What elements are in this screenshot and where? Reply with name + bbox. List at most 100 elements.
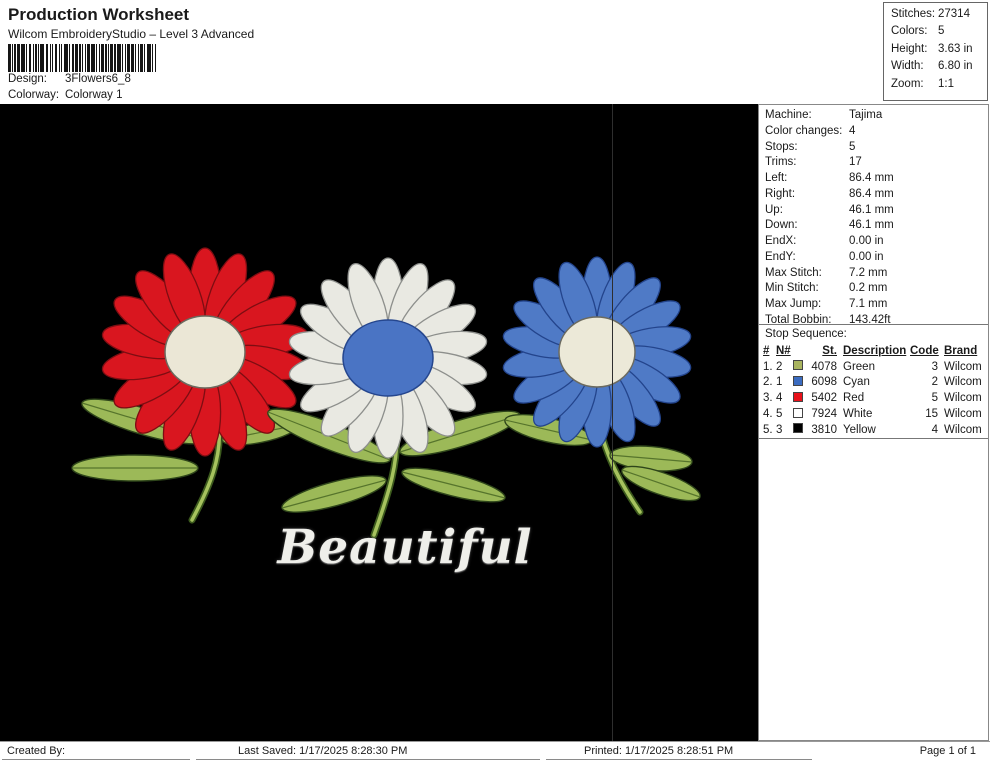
cell: 3 (776, 423, 783, 436)
summary-row: Stitches: 27314 (884, 8, 987, 25)
blue-daisy-center (558, 316, 636, 388)
cell: Wilcom (944, 376, 982, 389)
machine-value: 0.2 mm (849, 282, 888, 295)
design-value: 3Flowers6_8 (65, 73, 131, 85)
cell: Green (843, 360, 875, 373)
machine-label: Right: (765, 187, 796, 200)
summary-label: Height: (891, 42, 928, 55)
machine-value: 0.00 in (849, 235, 884, 247)
stop-sequence-row: 3. 4 5402 Red 5 Wilcom (763, 390, 988, 406)
machine-label: Min Stitch: (765, 282, 819, 295)
design-row: Design: 3Flowers6_8 (8, 73, 131, 85)
summary-box: Stitches: 27314 Colors: 5 Height: 3.63 in Widt… (883, 2, 988, 101)
machine-value: 86.4 mm (849, 172, 894, 184)
red-daisy-center (164, 315, 246, 389)
barcode (8, 44, 156, 72)
cell: 5402 (811, 392, 837, 405)
details-panel: Machine: Tajima Color changes: 4 Stops: 5 Trim… (758, 104, 989, 741)
machine-row: Left: 86.4 mm (765, 172, 986, 188)
cell: Wilcom (944, 423, 982, 436)
design-preview-svg (71, 247, 701, 539)
cell: Cyan (843, 376, 870, 389)
white-daisy-center (342, 319, 434, 397)
cell: 4 (931, 423, 938, 436)
cell: 2. (763, 376, 773, 389)
white-daisy (267, 257, 521, 539)
machine-label: Machine: (765, 109, 812, 121)
stop-sequence-row: 1. 2 4078 Green 3 Wilcom (763, 359, 988, 375)
summary-value: 1:1 (938, 77, 954, 90)
machine-row: Color changes: 4 (765, 125, 986, 141)
machine-row: Down: 46.1 mm (765, 219, 986, 235)
colorway-label: Colorway: (8, 89, 60, 101)
machine-value: 7.2 mm (849, 266, 888, 279)
machine-label: Stops: (765, 140, 798, 153)
swatch-cell (793, 423, 809, 436)
machine-label: Up: (765, 203, 783, 216)
machine-label: EndX: (765, 235, 797, 247)
column-header: N# (776, 344, 791, 357)
swatch-cell (793, 360, 809, 373)
machine-row: Right: 86.4 mm (765, 188, 986, 204)
machine-row: Trims: 17 (765, 156, 986, 172)
footer: Created By: Last Saved: 1/17/2025 8:28:3… (0, 741, 990, 762)
cell: 3. (763, 392, 773, 405)
machine-value: 17 (849, 156, 862, 169)
thread-color-swatch (793, 407, 803, 418)
summary-row: Zoom: 1:1 (884, 78, 987, 95)
cell: Wilcom (944, 408, 982, 421)
cell: Wilcom (944, 392, 982, 405)
cell: Wilcom (944, 360, 982, 373)
machine-row: Up: 46.1 mm (765, 204, 986, 220)
machine-label: Trims: (765, 156, 797, 169)
summary-row: Width: 6.80 in (884, 60, 987, 77)
summary-value: 5 (938, 25, 945, 38)
design-caption: Beautiful (277, 520, 533, 575)
machine-label: EndY: (765, 250, 796, 263)
stop-sequence-table: # N# St. Description Code Brand 1. 2 4078 Green 3 W… (759, 343, 988, 439)
swatch-cell (793, 375, 809, 389)
cell: 4 (776, 392, 783, 405)
cell: 3 (931, 360, 938, 373)
swatch-cell (793, 407, 809, 421)
summary-label: Width: (891, 60, 924, 73)
cell: 5 (931, 392, 938, 405)
machine-value: 4 (849, 124, 856, 137)
cell: 1. (763, 360, 773, 373)
cell: 5. (763, 423, 773, 436)
machine-value: 46.1 mm (849, 219, 894, 232)
column-header: Description (843, 344, 907, 357)
thread-color-swatch (793, 360, 803, 371)
column-header: Code (910, 344, 939, 357)
cell: White (843, 408, 873, 421)
machine-value: Tajima (849, 109, 883, 121)
summary-value: 6.80 in (938, 60, 973, 73)
machine-value: 86.4 mm (849, 187, 894, 200)
page-number: Page 1 of 1 (919, 745, 976, 757)
machine-label: Color changes: (765, 124, 843, 137)
column-header: Brand (944, 344, 978, 357)
summary-row: Height: 3.63 in (884, 43, 987, 60)
summary-label: Zoom: (891, 77, 924, 90)
printed-text: Printed: 1/17/2025 8:28:51 PM (546, 743, 812, 760)
cell: 7924 (811, 408, 837, 421)
summary-label: Colors: (891, 25, 928, 38)
stop-sequence-row: 5. 3 3810 Yellow 4 Wilcom (763, 422, 988, 438)
blue-daisy (502, 256, 701, 516)
swatch-cell (793, 391, 809, 405)
summary-list: Stitches: 27314 Colors: 5 Height: 3.63 in Widt… (884, 8, 987, 95)
column-header: # (763, 344, 770, 357)
cell: Red (843, 392, 865, 405)
machine-label: Max Jump: (765, 298, 822, 310)
page-title: Production Worksheet (8, 5, 190, 24)
stop-sequence-row: 4. 5 7924 White 15 Wilcom (763, 406, 988, 422)
colorway-value: Colorway 1 (65, 89, 123, 101)
production-worksheet: Production Worksheet Wilcom EmbroiderySt… (0, 0, 990, 762)
app-subtitle: Wilcom EmbroideryStudio – Level 3 Advanc… (8, 27, 255, 41)
cell: 6098 (811, 376, 837, 389)
machine-value: 7.1 mm (849, 298, 888, 310)
design-label: Design: (8, 73, 47, 85)
column-header: St. (822, 344, 837, 357)
stop-sequence-title: Stop Sequence: (759, 324, 988, 340)
machine-row: Stops: 5 (765, 141, 986, 157)
